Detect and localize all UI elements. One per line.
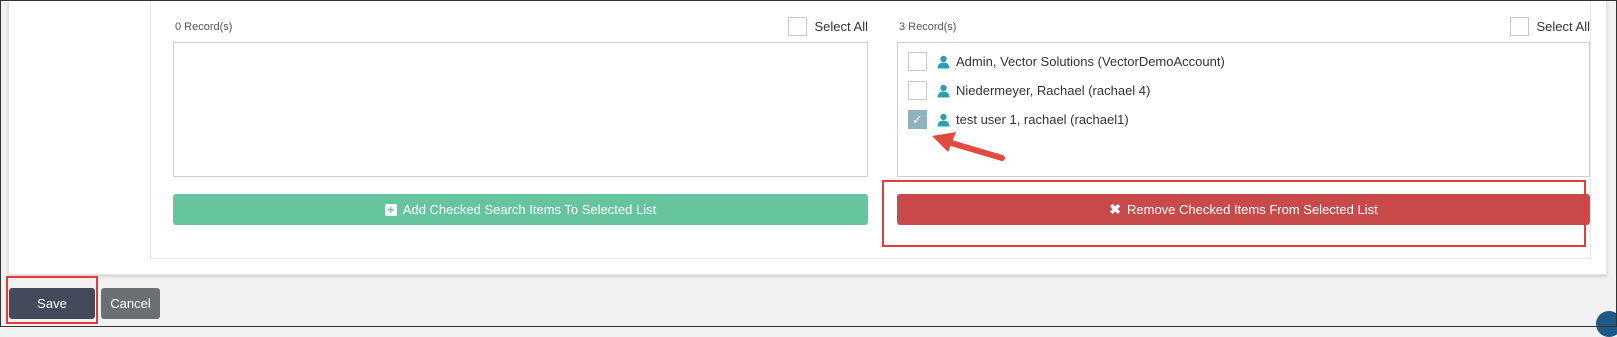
selected-select-all[interactable]: Select All [1509,17,1590,36]
selected-select-all-label: Select All [1536,19,1590,34]
search-record-count: 0 Record(s) [175,21,233,33]
add-checked-items-button[interactable]: + Add Checked Search Items To Selected L… [173,194,868,225]
list-item[interactable]: Niedermeyer, Rachael (rachael 4) [908,81,1150,100]
cancel-button[interactable]: Cancel [101,288,160,319]
item-label: Niedermeyer, Rachael (rachael 4) [956,83,1151,98]
list-item[interactable]: ✓ test user 1, rachael (rachael1) [908,110,1129,129]
list-item[interactable]: Admin, Vector Solutions (VectorDemoAccou… [908,52,1225,71]
plus-square-icon: + [384,203,397,216]
selected-record-count: 3 Record(s) [899,21,957,33]
check-icon: ✓ [912,112,923,127]
search-select-all-checkbox[interactable] [787,17,807,36]
user-icon [937,84,950,97]
help-widget-icon[interactable] [1596,311,1617,337]
user-icon [937,113,950,126]
search-select-all-label: Select All [814,19,868,34]
item-checkbox-checked[interactable]: ✓ [908,110,927,129]
remove-button-highlight [882,180,1586,247]
search-select-all[interactable]: Select All [787,17,868,36]
user-icon [937,55,950,68]
item-label: Admin, Vector Solutions (VectorDemoAccou… [956,54,1225,69]
item-checkbox[interactable] [908,81,927,100]
search-results-list[interactable] [173,42,868,177]
annotation-arrow-icon [932,132,1005,161]
item-label: test user 1, rachael (rachael1) [956,112,1129,127]
item-checkbox[interactable] [908,52,927,71]
add-button-label: Add Checked Search Items To Selected Lis… [402,202,657,217]
selected-select-all-checkbox[interactable] [1509,17,1529,36]
save-button-highlight [6,276,98,324]
